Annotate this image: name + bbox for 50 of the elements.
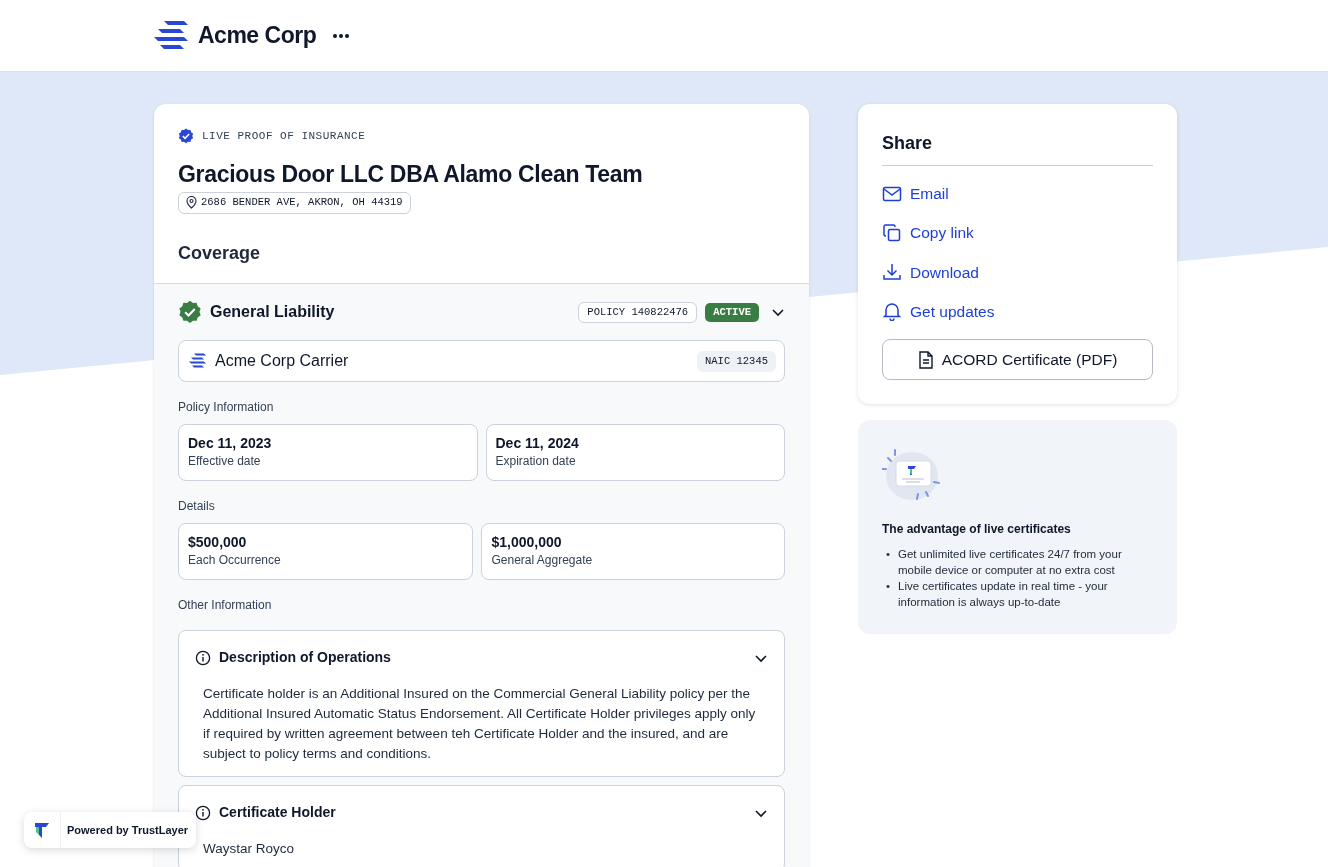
info-icon (195, 649, 211, 666)
bullet-marker: • (886, 579, 891, 595)
group-label: Policy Information (178, 399, 275, 417)
more-icon[interactable] (332, 32, 351, 39)
accordion-text: Waystar Royco (202, 840, 296, 859)
tile-label: Effective date (188, 453, 262, 471)
group-label: Other Information (178, 597, 273, 615)
coverage-title: General Liability (210, 302, 335, 323)
section-heading: Coverage (178, 242, 262, 266)
share-link[interactable]: Email (882, 182, 949, 206)
tile-value: $500,000 (188, 534, 248, 552)
brand-name: Acme Corp (198, 21, 317, 51)
insured-name: Gracious Door LLC DBA Alamo Clean Team (178, 160, 644, 189)
address-tag: 2686 BENDER AVE, AKRON, OH 44319 (178, 192, 411, 214)
bullet-item: Live certificates update in real time - your information is always up-to-date (898, 579, 1109, 611)
powered-by-badge[interactable]: Powered by TrustLayer (24, 812, 197, 848)
accordion-text: Certificate holder is an Additional Insured on the Commercial General Liability policy per the Additional Insured Automatic Status Endorsement. All Certificate Holder privileges apply only if required by written agreement between teh Certificate Holder and the insured, and are subject to policy terms and conditions. (202, 685, 757, 764)
tile-label: General Aggregate (491, 552, 594, 570)
info-icon (195, 804, 211, 821)
tile-label: Each Occurrence (188, 552, 282, 570)
share-link[interactable]: Get updates (882, 299, 995, 323)
carrier-name: Acme Corp Carrier (215, 351, 349, 372)
naic-code: NAIC 12345 (697, 350, 776, 373)
tile-value: Dec 11, 2024 (495, 435, 580, 453)
logo-icon (189, 353, 207, 370)
share-link[interactable]: Copy link (882, 221, 974, 245)
share-link[interactable]: Download (882, 260, 979, 284)
policy-number: POLICY 140822476 (578, 301, 698, 324)
bullet-marker: • (886, 547, 891, 563)
status-badge: ACTIVE (705, 302, 759, 323)
trustlayer-logo-icon (32, 820, 52, 840)
tile-label: Expiration date (495, 453, 577, 471)
bell-icon (882, 301, 902, 322)
tile-value: Dec 11, 2023 (188, 435, 273, 453)
share-heading: Share (882, 130, 1153, 166)
group-label: Details (178, 498, 216, 516)
accordion-title[interactable]: Certificate Holder (219, 802, 336, 824)
verified-icon (178, 128, 194, 145)
logo-icon (154, 19, 190, 52)
bullet-item: Get unlimited live certificates 24/7 from your mobile device or computer at no extra cost (898, 547, 1123, 579)
acord-certificate-button[interactable]: ACORD Certificate (PDF) (882, 339, 1153, 381)
copy-icon (882, 222, 902, 243)
pin-icon (186, 196, 197, 210)
advantage-heading: The advantage of live certificates (882, 521, 1072, 539)
document-icon (917, 350, 934, 369)
eyebrow-label: LIVE PROOF OF INSURANCE (202, 129, 366, 144)
download-icon (882, 262, 902, 283)
tile-value: $1,000,000 (491, 534, 563, 552)
accordion-title[interactable]: Description of Operations (219, 647, 391, 669)
check-badge-icon (178, 300, 202, 325)
